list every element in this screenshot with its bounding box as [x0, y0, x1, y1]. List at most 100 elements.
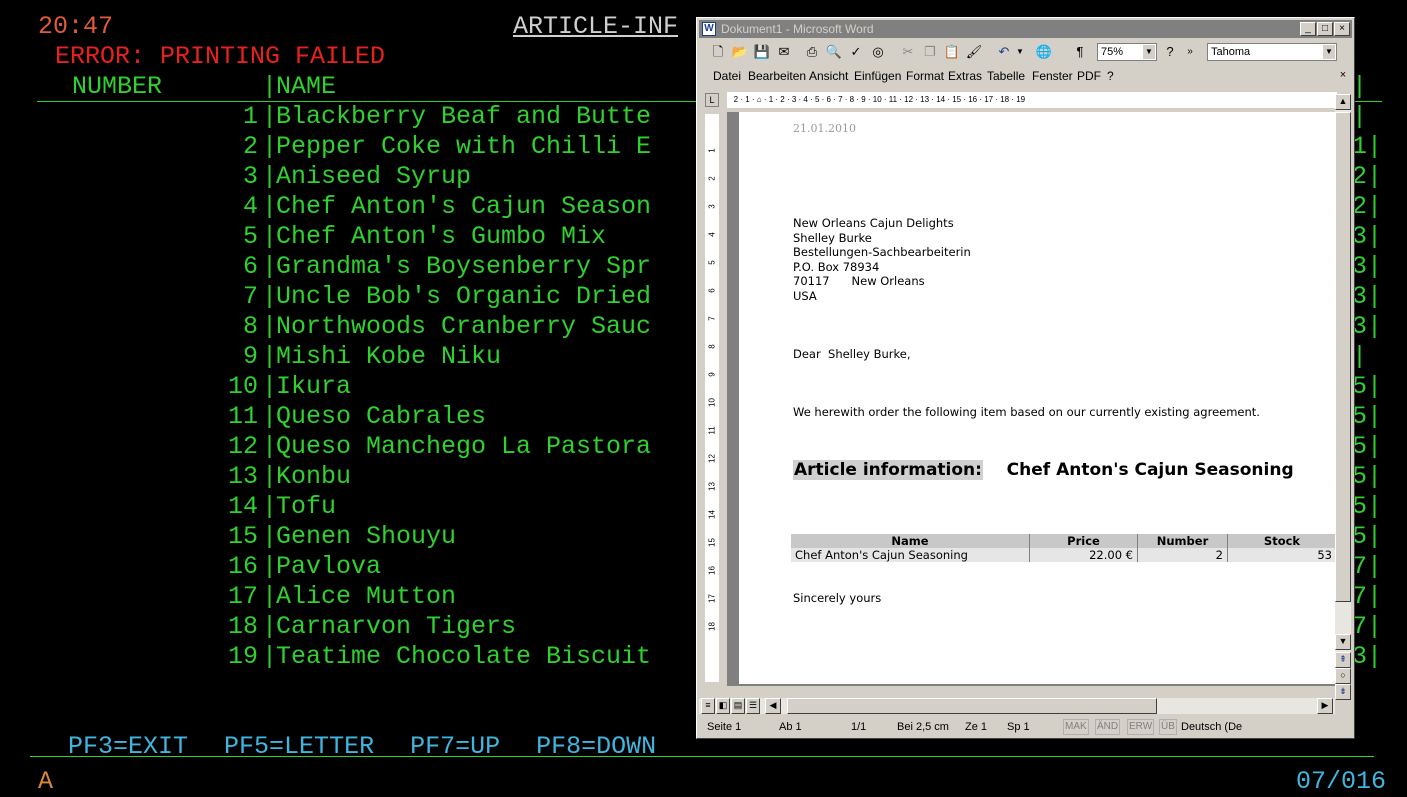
minimize-button[interactable]: _	[1300, 22, 1316, 36]
print-icon[interactable]: ⎙	[803, 43, 821, 61]
web-view-icon[interactable]: ◧	[716, 698, 730, 714]
right-column-cell: 2|	[1352, 192, 1383, 221]
table-header-name: Name	[791, 534, 1030, 548]
chevron-down-icon[interactable]: ▼	[1323, 45, 1335, 59]
scroll-left-icon[interactable]: ◀	[765, 698, 781, 714]
menu-help[interactable]: ?	[1107, 66, 1114, 86]
right-column-cell: |	[1352, 72, 1368, 101]
horizontal-ruler[interactable]: 2 · 1 · ⌂ · 1 · 2 · 3 · 4 · 5 · 6 · 7 · …	[727, 92, 1337, 108]
column-separator: |	[262, 522, 278, 551]
horizontal-scroll-thumb[interactable]	[787, 698, 1157, 714]
ruler-tick-label: 17	[707, 594, 717, 603]
previous-page-icon[interactable]: ⇞	[1335, 652, 1351, 668]
table-cell-stock: 53	[1227, 548, 1335, 562]
article-name: Ikura	[276, 372, 352, 401]
status-extend-selection[interactable]: ERW	[1127, 719, 1155, 735]
toolbar-overflow-icon[interactable]: »	[1181, 43, 1199, 61]
scroll-down-icon[interactable]: ▼	[1335, 634, 1351, 650]
cut-icon[interactable]: ✂	[899, 43, 917, 61]
font-select[interactable]: Tahoma ▼	[1207, 43, 1337, 61]
vertical-ruler[interactable]: 1 2 3 4 5 6 7 8 9 10 11 12 13 14 15 16 17 18	[705, 114, 719, 682]
article-number: 6	[242, 252, 258, 281]
article-number: 16	[227, 552, 258, 581]
horizontal-scrollbar[interactable]: ≡ ◧ ▤ ☰ ◀ ▶	[699, 698, 1335, 714]
word-title-bar[interactable]: W Dokument1 - Microsoft Word _ □ ×	[699, 20, 1352, 38]
right-column-cell: 5|	[1352, 462, 1383, 491]
ruler-tick-label: 11	[707, 426, 717, 435]
menu-tabelle[interactable]: Tabelle	[987, 66, 1025, 86]
article-number: 4	[242, 192, 258, 221]
chevron-down-icon[interactable]: ▼	[1143, 45, 1155, 59]
format-painter-icon[interactable]: 🖌	[965, 43, 983, 61]
ruler-tick-label: 13	[707, 482, 717, 491]
menu-bar: Datei Bearbeiten Ansicht Einfügen Format…	[699, 66, 1352, 86]
maximize-button[interactable]: □	[1317, 22, 1333, 36]
article-number: 18	[227, 612, 258, 641]
letter-date: 21.01.2010	[793, 122, 856, 135]
new-document-icon[interactable]: 🗋	[709, 43, 727, 61]
article-name: Genen Shouyu	[276, 522, 457, 551]
spelling-icon[interactable]: ✓	[847, 43, 865, 61]
browse-object-icon[interactable]: ○	[1335, 668, 1351, 684]
print-layout-view-icon[interactable]: ▤	[731, 698, 745, 714]
right-column-cell: 3|	[1352, 222, 1383, 251]
normal-view-icon[interactable]: ≡	[701, 698, 715, 714]
menu-format[interactable]: Format	[906, 66, 944, 86]
status-column: Sp 1	[1007, 721, 1030, 733]
column-separator: |	[262, 312, 278, 341]
address-line-5: 70117 New Orleans	[793, 274, 925, 288]
menu-einfuegen[interactable]: Einfügen	[854, 66, 901, 86]
document-page[interactable]: 21.01.2010 New Orleans Cajun Delights Sh…	[739, 112, 1335, 684]
column-separator: |	[262, 222, 278, 251]
status-macro-recording[interactable]: MAK	[1063, 719, 1089, 735]
menu-ansicht[interactable]: Ansicht	[809, 66, 848, 86]
paste-icon[interactable]: 📋	[943, 43, 961, 61]
menu-fenster[interactable]: Fenster	[1032, 66, 1073, 86]
undo-dropdown-icon[interactable]: ▼	[1011, 43, 1029, 61]
tab-stop-selector[interactable]: L	[705, 93, 719, 107]
document-area[interactable]: 21.01.2010 New Orleans Cajun Delights Sh…	[727, 112, 1335, 686]
zoom-select[interactable]: 75% ▼	[1097, 43, 1157, 61]
right-column-cell: 3|	[1352, 282, 1383, 311]
status-line: Ze 1	[965, 721, 988, 733]
menu-pdf[interactable]: PDF	[1077, 66, 1101, 86]
column-separator: |	[262, 552, 278, 581]
open-folder-icon[interactable]: 📂	[731, 43, 749, 61]
article-name: Konbu	[276, 462, 352, 491]
ruler-tick-label: 15	[707, 538, 717, 547]
close-document-icon[interactable]: ×	[1336, 69, 1350, 82]
show-formatting-icon[interactable]: ¶	[1071, 43, 1089, 61]
column-separator: |	[262, 132, 278, 161]
status-track-changes[interactable]: ÄND	[1095, 719, 1121, 735]
help-icon[interactable]: ?	[1161, 43, 1179, 61]
ruler-tick-label: 4	[707, 232, 717, 237]
menu-datei[interactable]: Datei	[713, 66, 741, 86]
article-name: Chef Anton's Gumbo Mix	[276, 222, 607, 251]
close-window-button[interactable]: ×	[1334, 22, 1350, 36]
menu-bearbeiten[interactable]: Bearbeiten	[748, 66, 806, 86]
article-number: 9	[242, 342, 258, 371]
article-number: 3	[242, 162, 258, 191]
ruler-tick-label: 18	[707, 622, 717, 631]
save-icon[interactable]: 💾	[753, 43, 771, 61]
outline-view-icon[interactable]: ☰	[746, 698, 760, 714]
print-preview-icon[interactable]: 🔍	[825, 43, 843, 61]
article-number: 7	[242, 282, 258, 311]
scroll-right-icon[interactable]: ▶	[1317, 698, 1333, 714]
next-page-icon[interactable]: ⇟	[1335, 684, 1351, 700]
column-separator: |	[262, 432, 278, 461]
hyperlink-icon[interactable]: 🌐	[1035, 43, 1053, 61]
vertical-scroll-thumb[interactable]	[1335, 112, 1351, 602]
copy-icon[interactable]: ❐	[921, 43, 939, 61]
article-name: Blackberry Beaf and Butte	[276, 102, 652, 131]
research-icon[interactable]: ◎	[869, 43, 887, 61]
permission-icon[interactable]: ✉	[775, 43, 793, 61]
menu-extras[interactable]: Extras	[948, 66, 982, 86]
address-line-1: New Orleans Cajun Delights	[793, 216, 954, 230]
status-overtype[interactable]: ÜB	[1159, 719, 1177, 735]
article-table: Name Price Number Stock Chef Anton's Caj…	[791, 534, 1335, 562]
scroll-up-icon[interactable]: ▲	[1335, 94, 1351, 110]
article-number: 12	[227, 432, 258, 461]
vertical-scrollbar[interactable]: ▲ ▼ ⇞ ○ ⇟	[1335, 94, 1351, 700]
word-app-icon[interactable]: W	[702, 22, 716, 36]
